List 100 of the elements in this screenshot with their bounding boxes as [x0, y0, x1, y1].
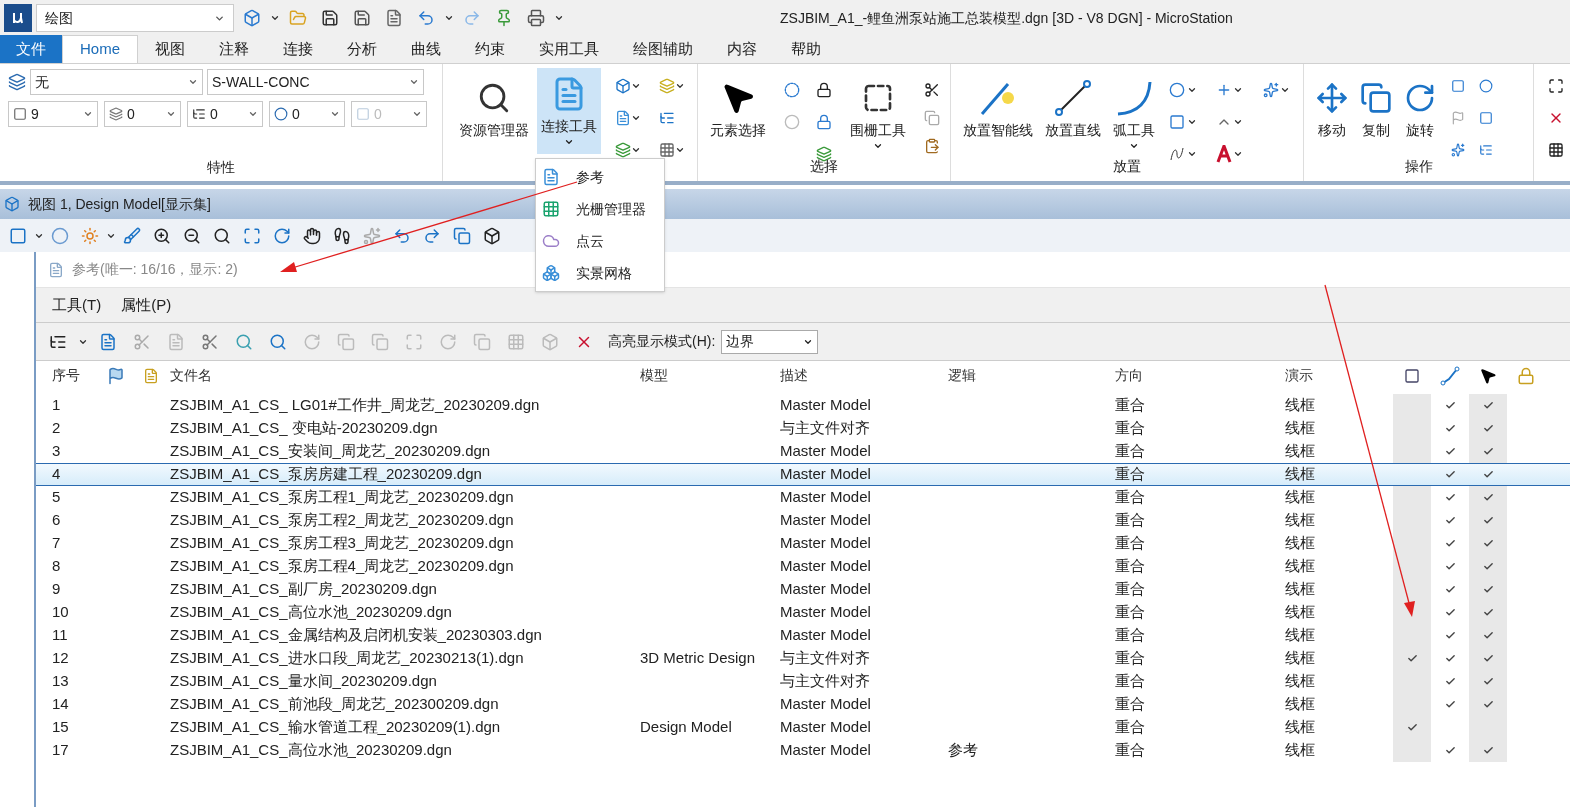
- fence-tool-button[interactable]: 围栅工具: [845, 72, 910, 156]
- cursor-icon: [1479, 366, 1497, 385]
- check-icon: [1444, 607, 1456, 618]
- check-icon: [1482, 515, 1494, 526]
- dropdown-field[interactable]: 9: [8, 101, 98, 127]
- caret-icon[interactable]: [630, 81, 641, 91]
- check-icon: [1482, 400, 1494, 411]
- table-row[interactable]: 6 ZSJBIM_A1_CS_泵房工程2_周龙艺_20230209.dgn Master Model 重合 线框: [36, 509, 1570, 532]
- column-header[interactable]: 描述: [778, 365, 946, 386]
- table-row[interactable]: 10 ZSJBIM_A1_CS_高位水池_20230209.dgn Master Model 重合 线框: [36, 601, 1570, 624]
- table-row[interactable]: 3 ZSJBIM_A1_CS_安装间_周龙艺_20230209.dgn Master Model 重合 线框: [36, 440, 1570, 463]
- table-cell-text: 线框: [1284, 671, 1316, 692]
- table-cell-text: 线框: [1284, 487, 1316, 508]
- dropdown-field[interactable]: 无: [30, 69, 203, 95]
- caret-icon[interactable]: [1233, 85, 1244, 95]
- view-title: 视图 1, Design Model[显示集]: [28, 194, 211, 214]
- check-icon: [1482, 446, 1494, 457]
- ribbon-tab[interactable]: 实用工具: [522, 35, 616, 63]
- column-header[interactable]: 方向: [1113, 365, 1283, 386]
- table-cell-text: Master Model: [779, 487, 872, 508]
- dropdown-field[interactable]: 0: [269, 101, 345, 127]
- caret-icon[interactable]: [1186, 117, 1197, 127]
- table-cell-text: 线框: [1284, 556, 1316, 577]
- table-row[interactable]: 1 ZSJBIM_A1_CS_ LG01#工作井_周龙艺_20230209.dgn Master Model 重合 线框: [36, 394, 1570, 417]
- table-row[interactable]: 11 ZSJBIM_A1_CS_金属结构及启闭机安装_20230303.dgn Master Model 重合 线框: [36, 624, 1570, 647]
- table-cell-text: 重合: [1114, 556, 1146, 577]
- caret-icon[interactable]: [630, 145, 641, 155]
- check-icon: [1482, 584, 1494, 595]
- ribbon-tab[interactable]: 约束: [458, 35, 522, 63]
- caret-icon[interactable]: [630, 113, 641, 123]
- caret-icon[interactable]: [444, 13, 454, 23]
- menu-item[interactable]: 点云: [536, 225, 664, 257]
- check-icon: [1482, 492, 1494, 503]
- column-header[interactable]: 逻辑: [946, 365, 1113, 386]
- ribbon-tab[interactable]: 连接: [266, 35, 330, 63]
- dropdown-field[interactable]: 0: [187, 101, 263, 127]
- table-row[interactable]: 8 ZSJBIM_A1_CS_泵房工程4_周龙艺_20230209.dgn Master Model 重合 线框: [36, 555, 1570, 578]
- caret-icon: [409, 77, 419, 87]
- table-cell-text: ZSJBIM_A1_CS_进水口段_周龙艺_20230213(1).dgn: [169, 648, 525, 669]
- color-icon: [13, 107, 27, 121]
- menu-item[interactable]: 实景网格: [536, 257, 664, 289]
- element-select-button[interactable]: 元素选择: [705, 72, 770, 156]
- move-button[interactable]: 移动: [1312, 72, 1353, 156]
- column-header[interactable]: 模型: [638, 365, 778, 386]
- menu-item[interactable]: 参考: [536, 161, 664, 193]
- menu-item[interactable]: 光栅管理器: [536, 193, 664, 225]
- table-cell-text: 重合: [1114, 694, 1146, 715]
- ribbon-tab[interactable]: 曲线: [394, 35, 458, 63]
- table-cell-text: 重合: [1114, 487, 1146, 508]
- table-cell-text: ZSJBIM_A1_CS_副厂房_20230209.dgn: [169, 579, 438, 600]
- ribbon-tab[interactable]: 内容: [710, 35, 774, 63]
- caret-icon[interactable]: [554, 13, 564, 23]
- table-cell-text: ZSJBIM_A1_CS_泵房工程4_周龙艺_20230209.dgn: [169, 556, 515, 577]
- caret-icon[interactable]: [1279, 85, 1290, 95]
- table-row[interactable]: 15 ZSJBIM_A1_CS_输水管道工程_20230209(1).dgn Design Model Master Model 重合 线框: [36, 716, 1570, 739]
- table-cell-text: ZSJBIM_A1_CS_ LG01#工作井_周龙艺_20230209.dgn: [169, 395, 541, 416]
- caret-icon[interactable]: [1186, 149, 1197, 159]
- menu-item[interactable]: 工具(T): [52, 293, 102, 317]
- caret-icon[interactable]: [1233, 117, 1244, 127]
- table-row[interactable]: 9 ZSJBIM_A1_CS_副厂房_20230209.dgn Master Model 重合 线框: [36, 578, 1570, 601]
- column-header[interactable]: 演示: [1283, 365, 1393, 386]
- app-logo-icon: [4, 4, 32, 32]
- ribbon-tab[interactable]: 帮助: [774, 35, 838, 63]
- rotate-button[interactable]: 旋转: [1400, 72, 1441, 156]
- ribbon-tab[interactable]: 分析: [330, 35, 394, 63]
- caret-icon[interactable]: [270, 13, 280, 23]
- table-row[interactable]: 12 ZSJBIM_A1_CS_进水口段_周龙艺_20230213(1).dgn 3D Metric Design 与主文件对齐 重合 线框: [36, 647, 1570, 670]
- arc-tool-button[interactable]: 弧工具: [1109, 72, 1160, 156]
- file-tab[interactable]: 文件: [0, 35, 62, 63]
- document-icon: [542, 168, 560, 186]
- place-line-button[interactable]: 放置直线: [1041, 72, 1106, 156]
- dropdown-field[interactable]: 0: [104, 101, 181, 127]
- caret-icon[interactable]: [1233, 149, 1244, 159]
- table-row[interactable]: 5 ZSJBIM_A1_CS_泵房工程1_周龙艺_20230209.dgn Master Model 重合 线框: [36, 486, 1570, 509]
- column-header[interactable]: 序号: [36, 365, 98, 386]
- menu-item[interactable]: 属性(P): [121, 293, 172, 317]
- ribbon-tab[interactable]: 注释: [202, 35, 266, 63]
- caret-icon[interactable]: [1186, 85, 1197, 95]
- copy-button[interactable]: 复制: [1356, 72, 1397, 156]
- dropdown-field[interactable]: S-WALL-CONC: [207, 69, 424, 95]
- check-icon: [1444, 561, 1456, 572]
- table-row[interactable]: 4 ZSJBIM_A1_CS_泵房房建工程_20230209.dgn Master Model 重合 线框: [36, 463, 1570, 486]
- ribbon-tab[interactable]: Home: [62, 35, 138, 63]
- ribbon-tab[interactable]: 绘图辅助: [616, 35, 710, 63]
- table-row[interactable]: 7 ZSJBIM_A1_CS_泵房工程3_周龙艺_20230209.dgn Master Model 重合 线框: [36, 532, 1570, 555]
- table-row[interactable]: 2 ZSJBIM_A1_CS_ 变电站-20230209.dgn 与主文件对齐 重合 线框: [36, 417, 1570, 440]
- smartline-button[interactable]: 放置智能线: [959, 72, 1038, 156]
- table-row[interactable]: 14 ZSJBIM_A1_CS_前池段_周龙艺_202300209.dgn Master Model 重合 线框: [36, 693, 1570, 716]
- ribbon-tab[interactable]: 视图: [138, 35, 202, 63]
- explorer-button[interactable]: 资源管理器: [454, 72, 533, 181]
- caret-icon[interactable]: [674, 81, 685, 91]
- table-row[interactable]: 13 ZSJBIM_A1_CS_量水间_20230209.dgn 与主文件对齐 重合 线框: [36, 670, 1570, 693]
- table-cell-text: 线框: [1284, 717, 1316, 738]
- table-row[interactable]: 17 ZSJBIM_A1_CS_高位水池_20230209.dgn Master Model 参考 重合 线框: [36, 739, 1570, 762]
- caret-icon[interactable]: [674, 145, 685, 155]
- highlight-mode-dropdown[interactable]: 边界: [721, 329, 819, 354]
- column-header[interactable]: 文件名: [168, 365, 638, 386]
- table-cell-text: 线框: [1284, 395, 1316, 416]
- table-cell-text: ZSJBIM_A1_CS_金属结构及启闭机安装_20230303.dgn: [169, 625, 543, 646]
- workflow-dropdown[interactable]: 绘图: [36, 4, 234, 32]
